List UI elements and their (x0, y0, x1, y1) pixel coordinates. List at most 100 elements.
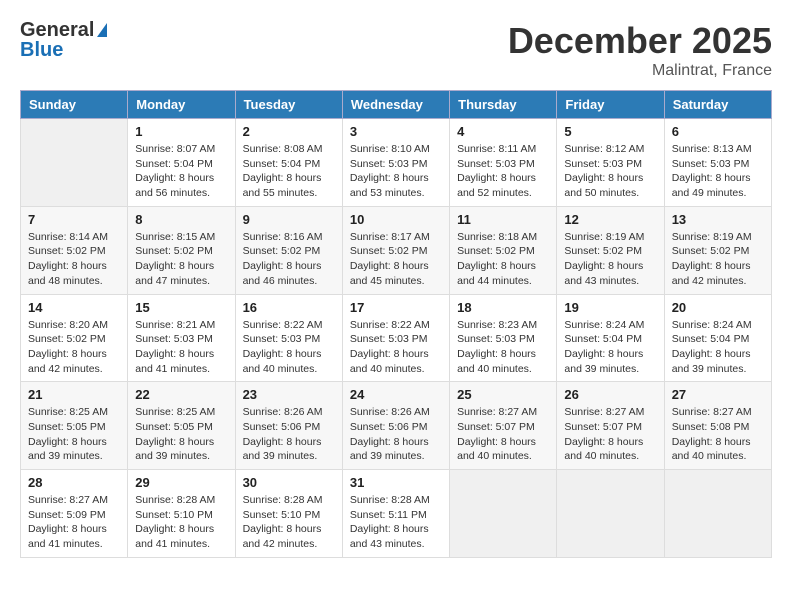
weekday-header-monday: Monday (128, 91, 235, 119)
day-number: 23 (243, 387, 335, 402)
day-number: 4 (457, 124, 549, 139)
calendar-cell: 12Sunrise: 8:19 AM Sunset: 5:02 PM Dayli… (557, 206, 664, 294)
day-info: Sunrise: 8:20 AM Sunset: 5:02 PM Dayligh… (28, 318, 120, 377)
calendar-cell: 8Sunrise: 8:15 AM Sunset: 5:02 PM Daylig… (128, 206, 235, 294)
day-info: Sunrise: 8:28 AM Sunset: 5:10 PM Dayligh… (243, 493, 335, 552)
day-info: Sunrise: 8:07 AM Sunset: 5:04 PM Dayligh… (135, 142, 227, 201)
logo-general-text: General (20, 20, 94, 40)
day-info: Sunrise: 8:10 AM Sunset: 5:03 PM Dayligh… (350, 142, 442, 201)
calendar-cell (450, 470, 557, 558)
calendar-cell: 7 Sunrise: 8:14 AM Sunset: 5:02 PM Daylig… (21, 206, 128, 294)
day-number: 30 (243, 475, 335, 490)
calendar-cell: 2Sunrise: 8:08 AM Sunset: 5:04 PM Daylig… (235, 119, 342, 207)
day-number: 7 (28, 212, 120, 227)
calendar-week-row: 21 Sunrise: 8:25 AM Sunset: 5:05 PM Dayli… (21, 382, 772, 470)
calendar-cell: 14Sunrise: 8:20 AM Sunset: 5:02 PM Dayli… (21, 294, 128, 382)
calendar-cell: 30 Sunrise: 8:28 AM Sunset: 5:10 PM Dayli… (235, 470, 342, 558)
day-number: 15 (135, 300, 227, 315)
day-number: 21 (28, 387, 120, 402)
calendar-table: SundayMondayTuesdayWednesdayThursdayFrid… (20, 90, 772, 558)
day-info: Sunrise: 8:08 AM Sunset: 5:04 PM Dayligh… (243, 142, 335, 201)
day-info: Sunrise: 8:25 AM Sunset: 5:05 PM Dayligh… (28, 405, 120, 464)
logo-blue-text: Blue (20, 40, 63, 60)
weekday-header-wednesday: Wednesday (342, 91, 449, 119)
day-info: Sunrise: 8:28 AM Sunset: 5:11 PM Dayligh… (350, 493, 442, 552)
calendar-cell: 11Sunrise: 8:18 AM Sunset: 5:02 PM Dayli… (450, 206, 557, 294)
day-number: 16 (243, 300, 335, 315)
logo-icon (97, 23, 107, 37)
calendar-cell: 27 Sunrise: 8:27 AM Sunset: 5:08 PM Dayli… (664, 382, 771, 470)
location-title: Malintrat, France (508, 62, 772, 80)
day-info: Sunrise: 8:22 AM Sunset: 5:03 PM Dayligh… (350, 318, 442, 377)
day-info: Sunrise: 8:11 AM Sunset: 5:03 PM Dayligh… (457, 142, 549, 201)
calendar-cell: 26Sunrise: 8:27 AM Sunset: 5:07 PM Dayli… (557, 382, 664, 470)
calendar-cell: 21 Sunrise: 8:25 AM Sunset: 5:05 PM Dayli… (21, 382, 128, 470)
calendar-cell: 24 Sunrise: 8:26 AM Sunset: 5:06 PM Dayli… (342, 382, 449, 470)
day-info: Sunrise: 8:28 AM Sunset: 5:10 PM Dayligh… (135, 493, 227, 552)
day-number: 18 (457, 300, 549, 315)
day-number: 6 (672, 124, 764, 139)
day-number: 19 (564, 300, 656, 315)
day-number: 17 (350, 300, 442, 315)
logo: General Blue (20, 20, 107, 60)
day-info: Sunrise: 8:27 AM Sunset: 5:07 PM Dayligh… (564, 405, 656, 464)
calendar-cell: 18 Sunrise: 8:23 AM Sunset: 5:03 PM Dayli… (450, 294, 557, 382)
calendar-cell: 1Sunrise: 8:07 AM Sunset: 5:04 PM Daylig… (128, 119, 235, 207)
calendar-cell: 9 Sunrise: 8:16 AM Sunset: 5:02 PM Daylig… (235, 206, 342, 294)
month-title: December 2025 (508, 20, 772, 62)
weekday-header-tuesday: Tuesday (235, 91, 342, 119)
calendar-cell: 29Sunrise: 8:28 AM Sunset: 5:10 PM Dayli… (128, 470, 235, 558)
title-area: December 2025 Malintrat, France (508, 20, 772, 80)
calendar-cell (664, 470, 771, 558)
day-info: Sunrise: 8:13 AM Sunset: 5:03 PM Dayligh… (672, 142, 764, 201)
calendar-header-row: SundayMondayTuesdayWednesdayThursdayFrid… (21, 91, 772, 119)
day-info: Sunrise: 8:22 AM Sunset: 5:03 PM Dayligh… (243, 318, 335, 377)
calendar-cell: 10 Sunrise: 8:17 AM Sunset: 5:02 PM Dayli… (342, 206, 449, 294)
calendar-cell: 15 Sunrise: 8:21 AM Sunset: 5:03 PM Dayli… (128, 294, 235, 382)
calendar-week-row: 28Sunrise: 8:27 AM Sunset: 5:09 PM Dayli… (21, 470, 772, 558)
weekday-header-friday: Friday (557, 91, 664, 119)
calendar-cell: 16 Sunrise: 8:22 AM Sunset: 5:03 PM Dayli… (235, 294, 342, 382)
calendar-cell: 22Sunrise: 8:25 AM Sunset: 5:05 PM Dayli… (128, 382, 235, 470)
calendar-week-row: 7 Sunrise: 8:14 AM Sunset: 5:02 PM Daylig… (21, 206, 772, 294)
day-number: 24 (350, 387, 442, 402)
calendar-cell: 28Sunrise: 8:27 AM Sunset: 5:09 PM Dayli… (21, 470, 128, 558)
calendar-cell: 3Sunrise: 8:10 AM Sunset: 5:03 PM Daylig… (342, 119, 449, 207)
calendar-cell: 13Sunrise: 8:19 AM Sunset: 5:02 PM Dayli… (664, 206, 771, 294)
day-info: Sunrise: 8:24 AM Sunset: 5:04 PM Dayligh… (672, 318, 764, 377)
calendar-cell: 6 Sunrise: 8:13 AM Sunset: 5:03 PM Daylig… (664, 119, 771, 207)
day-info: Sunrise: 8:25 AM Sunset: 5:05 PM Dayligh… (135, 405, 227, 464)
day-info: Sunrise: 8:14 AM Sunset: 5:02 PM Dayligh… (28, 230, 120, 289)
day-number: 20 (672, 300, 764, 315)
day-number: 9 (243, 212, 335, 227)
calendar-cell: 5Sunrise: 8:12 AM Sunset: 5:03 PM Daylig… (557, 119, 664, 207)
day-number: 13 (672, 212, 764, 227)
day-number: 11 (457, 212, 549, 227)
calendar-cell: 23 Sunrise: 8:26 AM Sunset: 5:06 PM Dayli… (235, 382, 342, 470)
calendar-week-row: 14Sunrise: 8:20 AM Sunset: 5:02 PM Dayli… (21, 294, 772, 382)
day-info: Sunrise: 8:26 AM Sunset: 5:06 PM Dayligh… (350, 405, 442, 464)
weekday-header-saturday: Saturday (664, 91, 771, 119)
day-info: Sunrise: 8:27 AM Sunset: 5:08 PM Dayligh… (672, 405, 764, 464)
day-info: Sunrise: 8:23 AM Sunset: 5:03 PM Dayligh… (457, 318, 549, 377)
calendar-cell: 31Sunrise: 8:28 AM Sunset: 5:11 PM Dayli… (342, 470, 449, 558)
day-info: Sunrise: 8:17 AM Sunset: 5:02 PM Dayligh… (350, 230, 442, 289)
day-info: Sunrise: 8:21 AM Sunset: 5:03 PM Dayligh… (135, 318, 227, 377)
day-info: Sunrise: 8:27 AM Sunset: 5:07 PM Dayligh… (457, 405, 549, 464)
weekday-header-thursday: Thursday (450, 91, 557, 119)
calendar-cell: 19 Sunrise: 8:24 AM Sunset: 5:04 PM Dayli… (557, 294, 664, 382)
weekday-header-sunday: Sunday (21, 91, 128, 119)
day-number: 5 (564, 124, 656, 139)
day-number: 25 (457, 387, 549, 402)
calendar-cell (21, 119, 128, 207)
calendar-cell: 20 Sunrise: 8:24 AM Sunset: 5:04 PM Dayli… (664, 294, 771, 382)
day-info: Sunrise: 8:26 AM Sunset: 5:06 PM Dayligh… (243, 405, 335, 464)
day-info: Sunrise: 8:24 AM Sunset: 5:04 PM Dayligh… (564, 318, 656, 377)
calendar-cell (557, 470, 664, 558)
day-info: Sunrise: 8:16 AM Sunset: 5:02 PM Dayligh… (243, 230, 335, 289)
day-number: 27 (672, 387, 764, 402)
header: General Blue December 2025 Malintrat, Fr… (20, 20, 772, 80)
day-number: 10 (350, 212, 442, 227)
day-number: 12 (564, 212, 656, 227)
day-number: 28 (28, 475, 120, 490)
